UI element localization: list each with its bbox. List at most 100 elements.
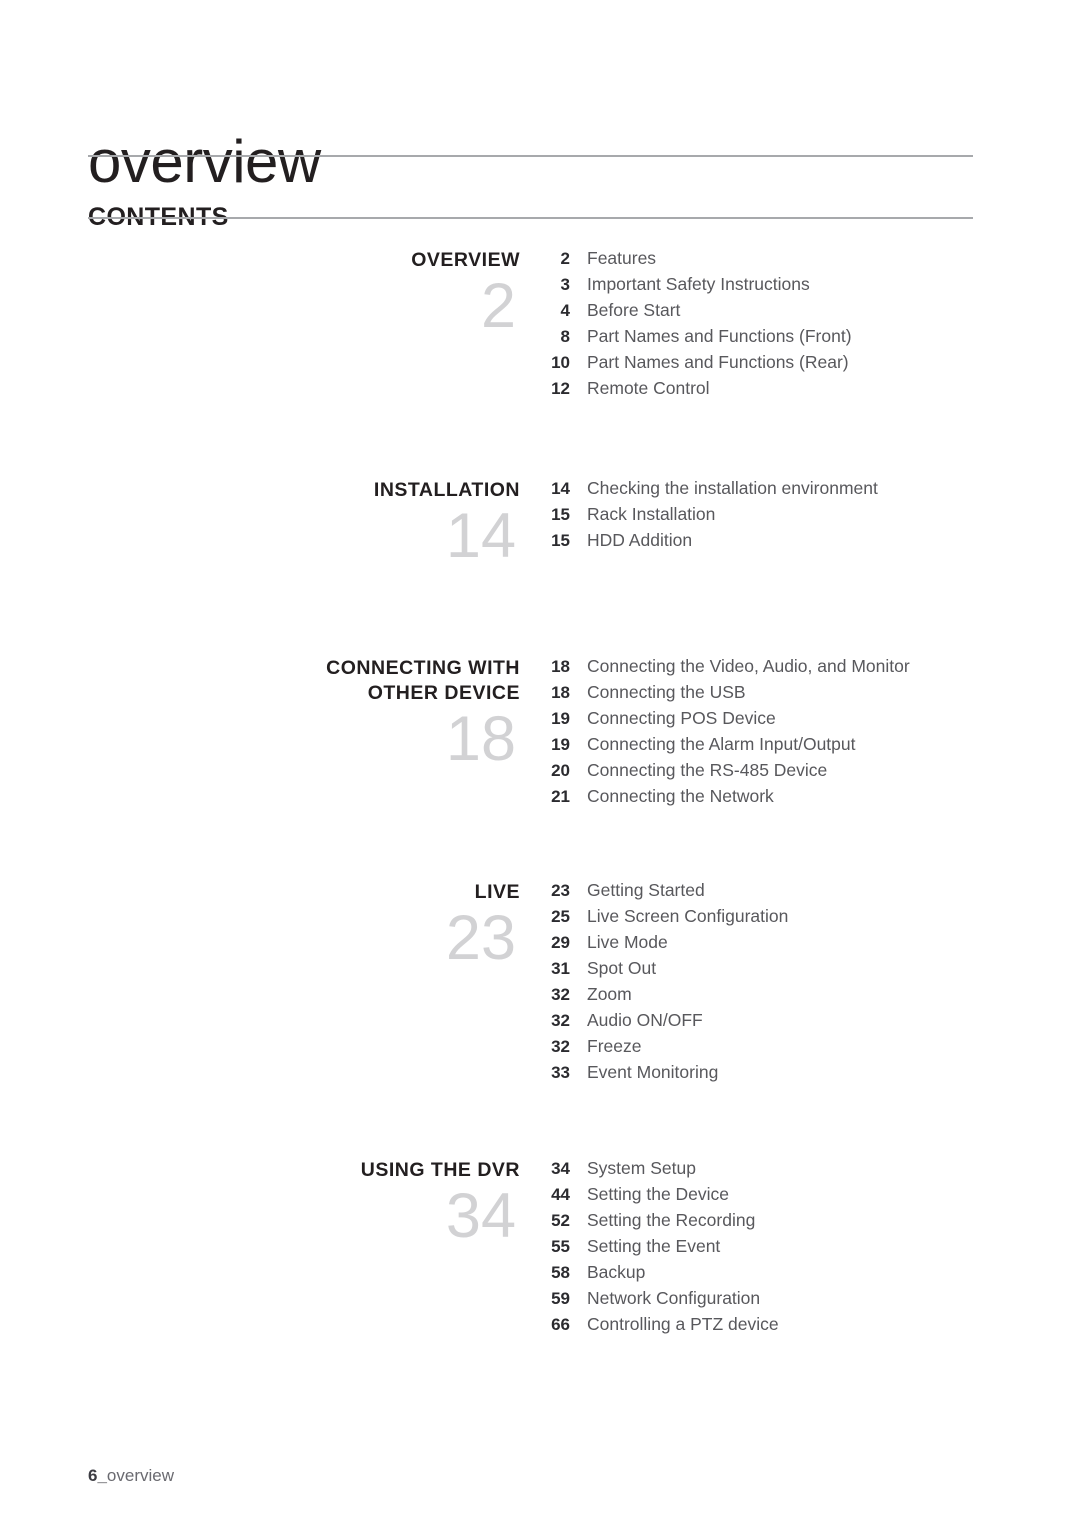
toc-entry[interactable]: 8 Part Names and Functions (Front) xyxy=(540,326,1040,352)
title-divider xyxy=(88,155,973,157)
toc-entry-page: 34 xyxy=(551,1159,570,1178)
toc-entry-page: 4 xyxy=(560,301,570,320)
toc-section-title[interactable]: OVERVIEW xyxy=(120,248,520,273)
toc-entry[interactable]: 19 Connecting POS Device xyxy=(540,708,1040,734)
toc-entry[interactable]: 10 Part Names and Functions (Rear) xyxy=(540,352,1040,378)
toc-entry-page: 25 xyxy=(551,907,570,926)
toc-entry-page: 31 xyxy=(551,959,570,978)
toc-entry-page: 33 xyxy=(551,1063,570,1082)
toc-entry-page: 20 xyxy=(551,761,570,780)
toc-entry-title: Event Monitoring xyxy=(587,1062,719,1082)
toc-section-start-page[interactable]: 14 xyxy=(120,505,520,568)
toc-section-start-page[interactable]: 18 xyxy=(120,708,520,771)
toc-entry-title: Audio ON/OFF xyxy=(587,1010,703,1030)
toc-entry[interactable]: 32 Freeze xyxy=(540,1036,1040,1062)
toc-entry-title: Connecting the Network xyxy=(587,786,774,806)
toc-entry-page: 29 xyxy=(551,933,570,952)
toc-entry-title: Controlling a PTZ device xyxy=(587,1314,779,1334)
toc-entry-title: Zoom xyxy=(587,984,632,1004)
toc-section-start-page[interactable]: 2 xyxy=(120,275,520,338)
toc-entry[interactable]: 15 HDD Addition xyxy=(540,530,1040,556)
toc-entry-title: Setting the Recording xyxy=(587,1210,756,1230)
toc-entry-list: 23 Getting Started 25 Live Screen Configura… xyxy=(540,880,1040,1088)
toc-section-title[interactable]: LIVE xyxy=(120,880,520,905)
toc-entry-page: 55 xyxy=(551,1237,570,1256)
toc-entry-page: 32 xyxy=(551,1011,570,1030)
toc-entry[interactable]: 20 Connecting the RS-485 Device xyxy=(540,760,1040,786)
toc-section-title[interactable]: CONNECTING WITH OTHER DEVICE xyxy=(120,656,520,706)
toc-entry[interactable]: 34 System Setup xyxy=(540,1158,1040,1184)
toc-entry-page: 59 xyxy=(551,1289,570,1308)
toc-entry[interactable]: 59 Network Configuration xyxy=(540,1288,1040,1314)
toc-entry[interactable]: 29 Live Mode xyxy=(540,932,1040,958)
toc-entry-title: Connecting POS Device xyxy=(587,708,776,728)
toc-section-start-page[interactable]: 34 xyxy=(120,1185,520,1248)
toc-entry-title: Rack Installation xyxy=(587,504,716,524)
toc-entry-title: Network Configuration xyxy=(587,1288,761,1308)
toc-entry[interactable]: 14 Checking the installation environment xyxy=(540,478,1040,504)
toc-entry[interactable]: 18 Connecting the USB xyxy=(540,682,1040,708)
toc-entry-page: 23 xyxy=(551,881,570,900)
contents-divider xyxy=(88,217,973,219)
toc-entry[interactable]: 44 Setting the Device xyxy=(540,1184,1040,1210)
page-title: overview xyxy=(88,128,321,196)
toc-entry-page: 3 xyxy=(560,275,570,294)
toc-entry[interactable]: 32 Zoom xyxy=(540,984,1040,1010)
toc-entry-title: Live Screen Configuration xyxy=(587,906,789,926)
footer-page-number: 6_ xyxy=(88,1466,107,1485)
toc-entry-page: 8 xyxy=(560,327,570,346)
toc-entry-page: 19 xyxy=(551,735,570,754)
toc-entry-title: Connecting the Alarm Input/Output xyxy=(587,734,856,754)
toc-entry[interactable]: 58 Backup xyxy=(540,1262,1040,1288)
toc-entry-page: 10 xyxy=(551,353,570,372)
toc-entry-page: 52 xyxy=(551,1211,570,1230)
document-page: overview CONTENTS OVERVIEW 2 2 Features 3 Imp… xyxy=(0,0,1080,1530)
toc-entry[interactable]: 55 Setting the Event xyxy=(540,1236,1040,1262)
toc-entry-list: 18 Connecting the Video, Audio, and Monit… xyxy=(540,656,1040,812)
toc-section-start-page[interactable]: 23 xyxy=(120,907,520,970)
toc-entry[interactable]: 32 Audio ON/OFF xyxy=(540,1010,1040,1036)
toc-entry-title: Before Start xyxy=(587,300,681,320)
toc-entry-list: 14 Checking the installation environment 1… xyxy=(540,478,1040,556)
toc-entry[interactable]: 2 Features xyxy=(540,248,1040,274)
toc-entry-title: Important Safety Instructions xyxy=(587,274,810,294)
toc-entry-page: 2 xyxy=(560,249,570,268)
toc-entry[interactable]: 23 Getting Started xyxy=(540,880,1040,906)
toc-entry[interactable]: 66 Controlling a PTZ device xyxy=(540,1314,1040,1340)
toc-entry-title: Live Mode xyxy=(587,932,668,952)
toc-entry-title: System Setup xyxy=(587,1158,696,1178)
toc-section-title[interactable]: INSTALLATION xyxy=(120,478,520,503)
toc-entry-list: 2 Features 3 Important Safety Instructions 4… xyxy=(540,248,1040,404)
toc-entry-title: Spot Out xyxy=(587,958,657,978)
toc-section-label-block: OVERVIEW 2 xyxy=(120,248,520,338)
toc-entry-page: 18 xyxy=(551,657,570,676)
toc-entry-page: 19 xyxy=(551,709,570,728)
toc-entry-title: Remote Control xyxy=(587,378,710,398)
toc-entry[interactable]: 19 Connecting the Alarm Input/Output xyxy=(540,734,1040,760)
toc-entry-page: 32 xyxy=(551,1037,570,1056)
toc-entry[interactable]: 18 Connecting the Video, Audio, and Monit… xyxy=(540,656,1040,682)
toc-entry-page: 12 xyxy=(551,379,570,398)
toc-entry[interactable]: 15 Rack Installation xyxy=(540,504,1040,530)
toc-entry-title: Connecting the RS-485 Device xyxy=(587,760,828,780)
toc-entry-title: Connecting the Video, Audio, and Monitor xyxy=(587,656,910,676)
toc-section-title[interactable]: USING THE DVR xyxy=(120,1158,520,1183)
toc-entry-page: 32 xyxy=(551,985,570,1004)
toc-entry-title: HDD Addition xyxy=(587,530,693,550)
toc-entry-title: Freeze xyxy=(587,1036,642,1056)
toc-entry[interactable]: 25 Live Screen Configuration xyxy=(540,906,1040,932)
toc-entry[interactable]: 3 Important Safety Instructions xyxy=(540,274,1040,300)
toc-entry[interactable]: 31 Spot Out xyxy=(540,958,1040,984)
toc-entry[interactable]: 21 Connecting the Network xyxy=(540,786,1040,812)
toc-entry[interactable]: 12 Remote Control xyxy=(540,378,1040,404)
toc-entry[interactable]: 52 Setting the Recording xyxy=(540,1210,1040,1236)
toc-entry-page: 21 xyxy=(551,787,570,806)
footer-chapter-label: overview xyxy=(106,1466,175,1485)
toc-entry[interactable]: 4 Before Start xyxy=(540,300,1040,326)
toc-entry-list: 34 System Setup 44 Setting the Device 52 Sett… xyxy=(540,1158,1040,1340)
toc-entry[interactable]: 33 Event Monitoring xyxy=(540,1062,1040,1088)
toc-entry-title: Part Names and Functions (Rear) xyxy=(587,352,849,372)
toc-entry-title: Checking the installation environment xyxy=(587,478,878,498)
toc-section-label-block: LIVE 23 xyxy=(120,880,520,970)
toc-entry-title: Setting the Event xyxy=(587,1236,721,1256)
